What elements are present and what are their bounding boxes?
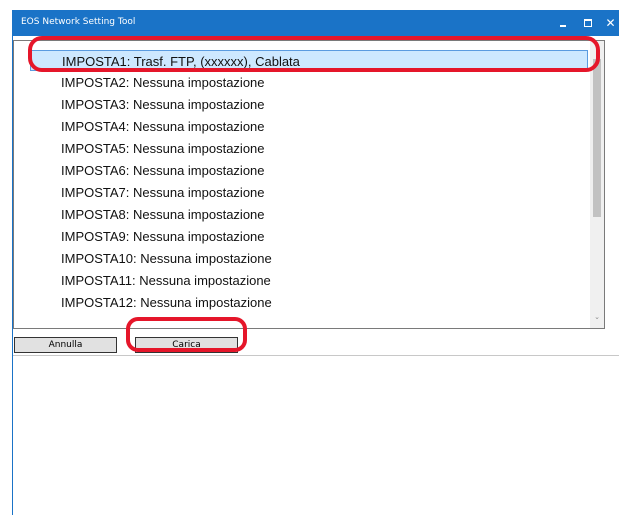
list-item[interactable]: IMPOSTA2: Nessuna impostazione <box>30 72 588 93</box>
list-item[interactable]: IMPOSTA11: Nessuna impostazione <box>30 270 588 291</box>
close-button[interactable]: ✕ <box>601 10 619 36</box>
settings-list[interactable]: IMPOSTA1: Trasf. FTP, (xxxxxx), Cablata I… <box>13 40 605 329</box>
scroll-down-icon[interactable]: ⌄ <box>593 314 601 322</box>
maximize-icon <box>584 19 592 27</box>
list-item[interactable]: IMPOSTA10: Nessuna impostazione <box>30 248 588 269</box>
list-item[interactable]: IMPOSTA7: Nessuna impostazione <box>30 182 588 203</box>
list-item[interactable]: IMPOSTA3: Nessuna impostazione <box>30 94 588 115</box>
scrollbar-thumb[interactable] <box>593 59 601 217</box>
vertical-scrollbar[interactable]: ⌄ <box>590 41 604 328</box>
list-item[interactable]: IMPOSTA9: Nessuna impostazione <box>30 226 588 247</box>
list-item[interactable]: IMPOSTA4: Nessuna impostazione <box>30 116 588 137</box>
highlight-load-button <box>126 317 247 352</box>
title-bar[interactable]: EOS Network Setting Tool ✕ <box>13 10 619 36</box>
list-item[interactable]: IMPOSTA8: Nessuna impostazione <box>30 204 588 225</box>
list-item[interactable]: IMPOSTA5: Nessuna impostazione <box>30 138 588 159</box>
list-item[interactable]: IMPOSTA6: Nessuna impostazione <box>30 160 588 181</box>
highlight-selected-item <box>28 36 600 72</box>
list-item[interactable]: IMPOSTA12: Nessuna impostazione <box>30 292 588 313</box>
divider <box>13 355 619 356</box>
minimize-button[interactable] <box>551 10 575 36</box>
maximize-button[interactable] <box>576 10 600 36</box>
app-window: EOS Network Setting Tool ✕ IMPOSTA1: Tra… <box>12 10 619 515</box>
window-title: EOS Network Setting Tool <box>21 17 136 27</box>
cancel-button[interactable]: Annulla <box>14 337 117 353</box>
close-icon: ✕ <box>605 16 616 30</box>
minimize-icon <box>560 25 566 27</box>
